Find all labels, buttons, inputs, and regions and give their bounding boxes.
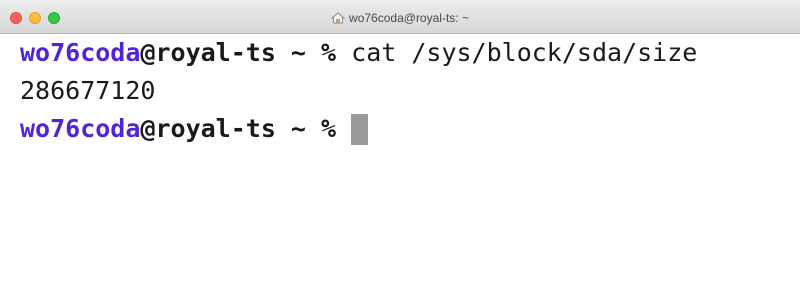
prompt-username: wo76coda [20,114,141,143]
command-text: cat /sys/block/sda/size [336,38,698,67]
prompt-line: wo76coda @royal-ts ~ % cat /sys/block/sda… [20,34,790,72]
text-cursor [351,113,369,145]
output-line: 286677120 [20,72,790,110]
terminal-content[interactable]: wo76coda @royal-ts ~ % cat /sys/block/sda… [20,34,790,148]
home-icon [331,12,346,24]
command-output: 286677120 [20,76,156,105]
title-bar[interactable]: wo76coda@royal-ts: ~ [0,0,800,34]
command-text [336,110,351,148]
prompt-host: @royal-ts ~ % [140,114,337,143]
window-title: wo76coda@royal-ts: ~ [0,10,800,26]
terminal-window: wo76coda@royal-ts: ~ wo76coda @royal-ts ~… [0,0,800,297]
prompt-line: wo76coda @royal-ts ~ % [20,110,790,148]
prompt-username: wo76coda [20,38,141,67]
window-title-text: wo76coda@royal-ts: ~ [349,11,469,25]
prompt-host: @royal-ts ~ % [140,38,337,67]
